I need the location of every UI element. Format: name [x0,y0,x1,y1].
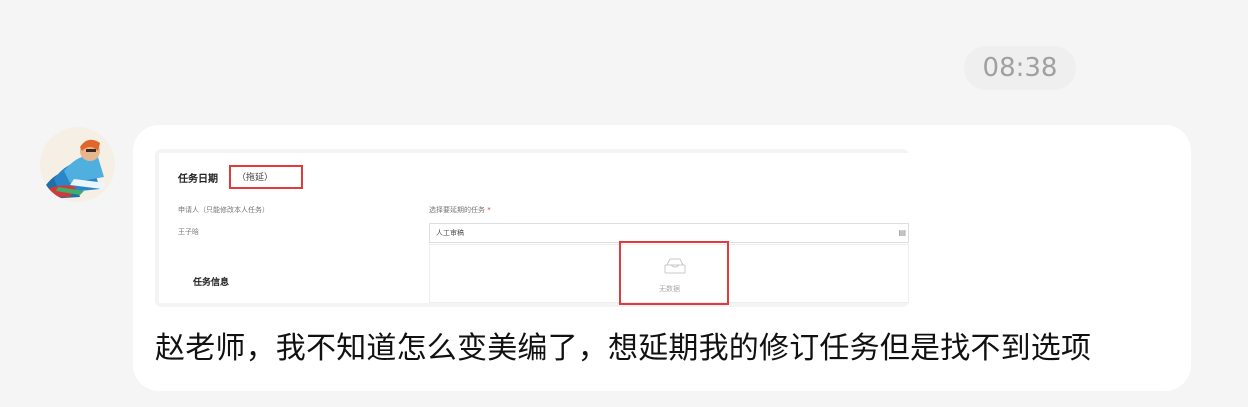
highlight-box [229,165,303,189]
avatar-image [40,127,115,202]
attachment-content: 任务日期 （拖延） 申请人（只能修改本人任务） 王子晗 选择要延期的任务 * 人… [159,153,909,305]
attachment-applicant-value: 王子晗 [178,228,199,236]
screenshot-attachment[interactable]: 任务日期 （拖延） 申请人（只能修改本人任务） 王子晗 选择要延期的任务 * 人… [155,149,909,307]
attachment-select-value: 人工审稿 [436,229,464,237]
message-timestamp: 08:38 [964,46,1076,90]
chat-view: 08:38 任务日期 （拖延） 申请人（只能修改本人任务） 王子晗 选择要延期的… [0,0,1248,407]
required-mark: * [487,206,491,214]
attachment-task-info-title: 任务信息 [193,278,230,288]
attachment-empty-text: 无数据 [659,285,680,293]
attachment-select-task-label: 选择要延期的任务 * [429,205,491,215]
attachment-section-title: 任务日期 [178,174,218,185]
attachment-select-box: 人工审稿 ▤ [429,223,909,243]
empty-inbox-icon [664,258,686,274]
avatar[interactable] [40,127,115,202]
attachment-applicant-label: 申请人（只能修改本人任务） [178,206,269,214]
message-bubble[interactable]: 任务日期 （拖延） 申请人（只能修改本人任务） 王子晗 选择要延期的任务 * 人… [133,125,1191,391]
calendar-icon: ▤ [898,228,906,237]
select-task-label-text: 选择要延期的任务 [429,206,485,214]
message-text: 赵老师，我不知道怎么变美编了，想延期我的修订任务但是找不到选项 [155,331,1092,366]
